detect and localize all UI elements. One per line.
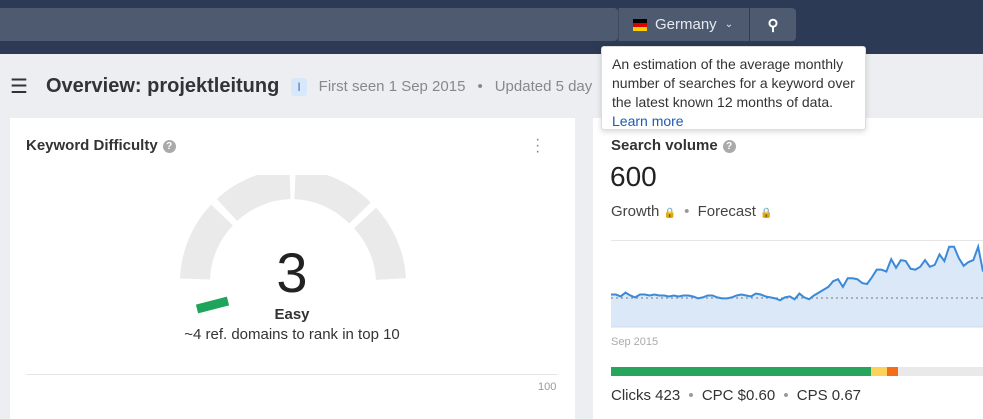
tooltip-text: An estimation of the average monthly num…: [612, 56, 855, 110]
sv-links: Growth 🔒 • Forecast 🔒: [611, 203, 773, 220]
help-icon[interactable]: ?: [722, 140, 736, 153]
lock-icon: 🔒: [663, 208, 676, 219]
cps-stat: CPS 0.67: [796, 387, 862, 404]
separator-dot: •: [477, 78, 483, 95]
kd-subtitle: ~4 ref. domains to rank in top 10: [184, 326, 400, 343]
kd-title: Keyword Difficulty?: [26, 137, 176, 154]
separator-dot: •: [688, 387, 694, 404]
gauge-segment: [180, 204, 234, 281]
search-volume-chart: [611, 242, 983, 328]
x-axis-label: Sep 2015: [611, 336, 659, 348]
intent-badge[interactable]: I: [291, 77, 307, 96]
menu-icon[interactable]: ☰: [10, 74, 28, 99]
separator-dot: •: [684, 203, 690, 220]
forecast-label[interactable]: Forecast: [698, 203, 756, 220]
clicks-bar-segment: [611, 367, 872, 376]
growth-label[interactable]: Growth: [611, 203, 659, 220]
gauge-segment: [293, 175, 371, 224]
kd-level: Easy: [274, 306, 310, 323]
gauge-segment: [353, 207, 406, 281]
germany-flag-icon: [633, 18, 647, 31]
sv-stats: Clicks 423 • CPC $0.60 • CPS 0.67: [611, 387, 861, 404]
search-button[interactable]: ⚲: [750, 8, 796, 41]
cpc-stat: CPC $0.60: [701, 387, 776, 404]
first-seen: First seen 1 Sep 2015: [318, 78, 466, 95]
tooltip: An estimation of the average monthly num…: [601, 46, 866, 130]
sv-title-text: Search volume: [611, 137, 718, 154]
learn-more-link[interactable]: Learn more: [612, 113, 684, 129]
updated: Updated 5 day: [494, 78, 593, 95]
more-options-icon[interactable]: · · ·: [535, 132, 541, 160]
clicks-bar-segment: [871, 367, 888, 376]
scale-max: 100: [538, 381, 557, 393]
gauge-fill: [195, 296, 230, 314]
separator-dot: •: [783, 387, 789, 404]
clicks-stat: Clicks 423: [611, 387, 681, 404]
search-icon: ⚲: [767, 16, 779, 34]
search-input[interactable]: [0, 8, 618, 41]
gauge-segment: [216, 175, 292, 222]
chevron-down-icon: ⌄: [724, 19, 734, 30]
volume-area: [611, 246, 983, 327]
sv-value: 600: [610, 161, 657, 192]
kd-title-text: Keyword Difficulty: [26, 137, 158, 154]
help-icon[interactable]: ?: [162, 140, 176, 153]
country-selector[interactable]: Germany ⌄: [618, 8, 749, 41]
lock-icon: 🔒: [760, 208, 773, 219]
country-label: Germany: [655, 16, 717, 33]
page-title: Overview: projektleitung: [45, 75, 280, 97]
clicks-bar-segment: [887, 367, 899, 376]
divider: [26, 374, 558, 375]
page-header: ☰ Overview: projektleitung I First seen …: [10, 74, 592, 99]
sv-title: Search volume?: [611, 137, 736, 154]
kd-value: 3: [276, 241, 308, 304]
clicks-bar: [611, 367, 983, 376]
